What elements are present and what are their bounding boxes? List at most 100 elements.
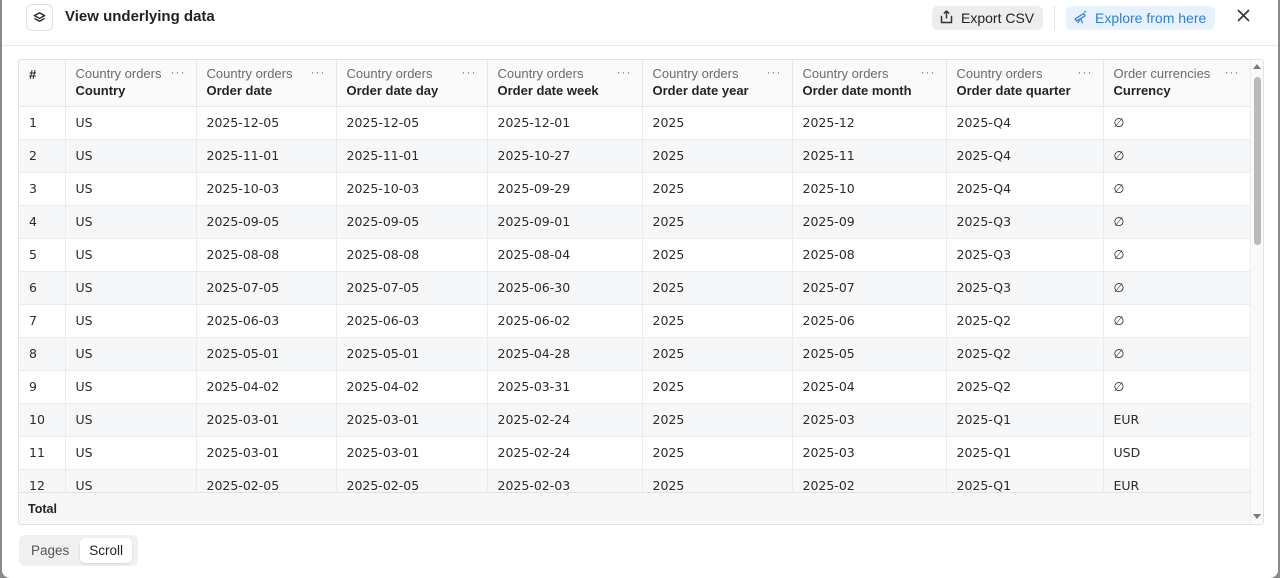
export-csv-label: Export CSV xyxy=(961,10,1035,26)
table-cell: 2025 xyxy=(642,271,793,305)
table-cell: ∅ xyxy=(1103,205,1251,239)
table-cell: 2025-05-01 xyxy=(336,337,488,371)
table-header-row: # Country orders Country ··· Country ord… xyxy=(19,60,1251,107)
table-cell: 2025-02-24 xyxy=(487,436,643,470)
table-cell: 2025-09 xyxy=(792,205,947,239)
column-name-label: Order date year xyxy=(652,83,749,98)
table-cell: ∅ xyxy=(1103,337,1251,371)
column-menu-icon[interactable]: ··· xyxy=(171,65,186,79)
column-menu-icon[interactable]: ··· xyxy=(921,65,936,79)
column-header-order-date-day[interactable]: Country orders Order date day ··· xyxy=(336,60,488,107)
table-row: 9 US 2025-04-02 2025-04-02 2025-03-31 2025 202… xyxy=(19,370,1251,404)
table-cell: 2025-02-24 xyxy=(487,403,643,437)
table-cell: 2025 xyxy=(642,304,793,338)
column-header-order-date-quarter[interactable]: Country orders Order date quarter ··· xyxy=(946,60,1104,107)
column-source-label: Country orders xyxy=(346,66,433,81)
table-cell: 2025-10-27 xyxy=(487,139,643,173)
table-row: 10 US 2025-03-01 2025-03-01 2025-02-24 2025 20… xyxy=(19,403,1251,437)
scrollbar-thumb[interactable] xyxy=(1254,77,1261,245)
table-cell: 2025-03 xyxy=(792,436,947,470)
column-menu-icon[interactable]: ··· xyxy=(767,65,782,79)
column-header-order-date-week[interactable]: Country orders Order date week ··· xyxy=(487,60,643,107)
table-cell: 2025-06-03 xyxy=(196,304,337,338)
row-index-cell: 2 xyxy=(19,139,66,173)
table-cell: 2025-Q2 xyxy=(946,370,1104,404)
close-icon xyxy=(1237,9,1250,27)
table-row: 7 US 2025-06-03 2025-06-03 2025-06-02 2025 202… xyxy=(19,304,1251,338)
column-header-order-date[interactable]: Country orders Order date ··· xyxy=(196,60,337,107)
table-cell: 2025-Q1 xyxy=(946,403,1104,437)
table-cell: 2025-12-05 xyxy=(336,106,488,140)
table-cell: ∅ xyxy=(1103,172,1251,206)
table-cell: US xyxy=(65,106,197,140)
row-index-cell: 7 xyxy=(19,304,66,338)
table-cell: 2025 xyxy=(642,370,793,404)
table-cell: US xyxy=(65,370,197,404)
column-header-country[interactable]: Country orders Country ··· xyxy=(65,60,197,107)
table-cell: 2025-09-05 xyxy=(336,205,488,239)
table-cell: 2025-08-08 xyxy=(196,238,337,272)
header-divider xyxy=(1054,6,1055,30)
table-cell: 2025 xyxy=(642,139,793,173)
table-cell: 2025-08 xyxy=(792,238,947,272)
table-cell: US xyxy=(65,271,197,305)
table-cell: 2025-03-01 xyxy=(196,436,337,470)
table-cell: 2025-03 xyxy=(792,403,947,437)
table-cell: 2025-Q2 xyxy=(946,304,1104,338)
column-header-currency[interactable]: Order currencies Currency ··· xyxy=(1103,60,1251,107)
column-source-label: Country orders xyxy=(956,66,1043,81)
telescope-icon xyxy=(1073,10,1088,27)
column-header-order-date-month[interactable]: Country orders Order date month ··· xyxy=(792,60,947,107)
table-row: 5 US 2025-08-08 2025-08-08 2025-08-04 2025 202… xyxy=(19,238,1251,272)
table-cell: US xyxy=(65,403,197,437)
table-cell: 2025-06-02 xyxy=(487,304,643,338)
table-cell: US xyxy=(65,139,197,173)
table-row: 8 US 2025-05-01 2025-05-01 2025-04-28 2025 202… xyxy=(19,337,1251,371)
table-cell: 2025-09-29 xyxy=(487,172,643,206)
total-row: Total xyxy=(19,492,1250,524)
pages-toggle-button[interactable]: Pages xyxy=(22,538,78,563)
table-cell: 2025-10-03 xyxy=(196,172,337,206)
table-cell: US xyxy=(65,205,197,239)
table-cell: 2025 xyxy=(642,172,793,206)
modal-header: View underlying data Export CSV Explore … xyxy=(2,0,1278,46)
table-cell: 2025-06 xyxy=(792,304,947,338)
export-csv-button[interactable]: Export CSV xyxy=(932,6,1043,30)
column-menu-icon[interactable]: ··· xyxy=(1225,65,1240,79)
table-cell: 2025-12-01 xyxy=(487,106,643,140)
table-cell: 2025-03-01 xyxy=(196,403,337,437)
scroll-toggle-button[interactable]: Scroll xyxy=(80,538,133,563)
column-name-label: Order date quarter xyxy=(956,83,1071,98)
column-name-label: Currency xyxy=(1113,83,1171,98)
row-index-cell: 9 xyxy=(19,370,66,404)
table-cell: 2025-11-01 xyxy=(336,139,488,173)
column-menu-icon[interactable]: ··· xyxy=(311,65,326,79)
export-icon xyxy=(940,9,953,27)
vertical-scrollbar[interactable] xyxy=(1250,60,1263,524)
table-cell: 2025-04-28 xyxy=(487,337,643,371)
table-cell: 2025-11 xyxy=(792,139,947,173)
scroll-down-arrow-icon[interactable] xyxy=(1253,514,1261,519)
close-button[interactable] xyxy=(1232,7,1254,29)
column-menu-icon[interactable]: ··· xyxy=(462,65,477,79)
row-index-cell: 3 xyxy=(19,172,66,206)
table-cell: 2025-Q1 xyxy=(946,436,1104,470)
table-cell: US xyxy=(65,172,197,206)
table-cell: 2025 xyxy=(642,436,793,470)
table-cell: 2025-03-01 xyxy=(336,403,488,437)
column-menu-icon[interactable]: ··· xyxy=(617,65,632,79)
table-cell: US xyxy=(65,337,197,371)
column-name-label: Order date month xyxy=(802,83,912,98)
column-header-order-date-year[interactable]: Country orders Order date year ··· xyxy=(642,60,793,107)
scroll-up-arrow-icon[interactable] xyxy=(1253,64,1261,69)
column-menu-icon[interactable]: ··· xyxy=(1078,65,1093,79)
table-cell: 2025-08-08 xyxy=(336,238,488,272)
table-cell: 2025 xyxy=(642,205,793,239)
column-name-label: Order date week xyxy=(497,83,599,98)
explore-from-here-button[interactable]: Explore from here xyxy=(1066,6,1215,30)
column-name-label: Order date day xyxy=(346,83,439,98)
row-index-cell: 1 xyxy=(19,106,66,140)
table-row: 1 US 2025-12-05 2025-12-05 2025-12-01 2025 202… xyxy=(19,106,1251,140)
table-cell: US xyxy=(65,436,197,470)
table-cell: 2025-09-01 xyxy=(487,205,643,239)
